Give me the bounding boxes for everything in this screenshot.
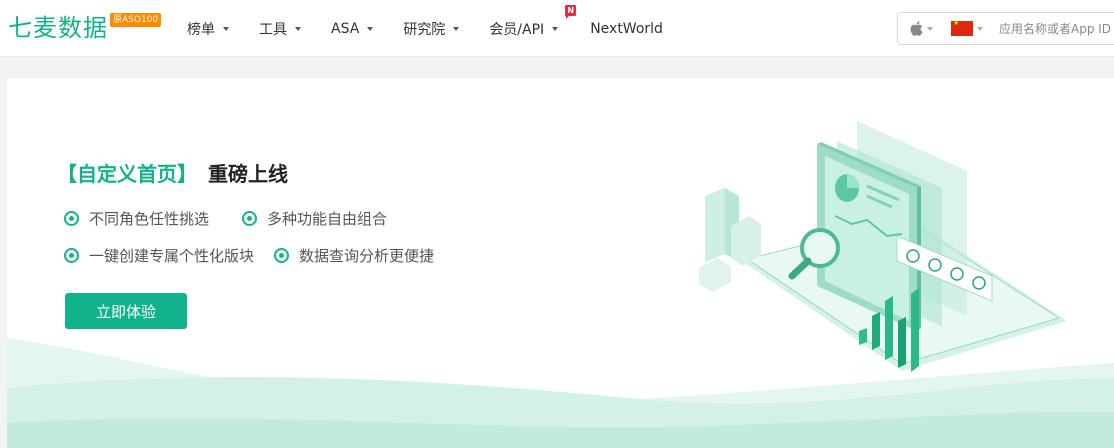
banner-title-highlight: 【自定义首页】 [57,162,197,186]
feature-item: 多种功能自由组合 [242,209,387,228]
nav-item-asa[interactable]: ASA [331,20,374,37]
caret-down-icon [927,26,933,31]
caret-down-icon [295,26,301,31]
platform-selector[interactable] [898,13,941,44]
radio-check-icon [242,211,258,226]
nav-item-nextworld[interactable]: NextWorld [590,21,663,37]
site-logo[interactable]: 七麦数据 原ASO100 [8,12,162,44]
logo-badge: 原ASO100 [110,13,162,27]
feature-list: 不同角色任性挑选 多种功能自由组合 一键创建专属个性化版块 数据查询分析更便捷 [64,209,434,283]
top-navbar: 七麦数据 原ASO100 榜单 工具 ASA 研究院 会员/API N Next… [0,0,1114,57]
nav-label: 会员/API [489,21,545,38]
country-selector[interactable] [941,13,991,44]
nav-item-membership-api[interactable]: 会员/API N [489,4,577,39]
dashboard-illustration [699,121,1067,372]
nav-label: 工具 [259,21,287,38]
caret-down-icon [977,26,983,31]
logo-text: 七麦数据 [8,14,108,42]
apple-icon [910,21,923,36]
nav-label: NextWorld [590,20,663,37]
feature-row: 一键创建专属个性化版块 数据查询分析更便捷 [64,246,434,265]
main-nav: 榜单 工具 ASA 研究院 会员/API N NextWorld [187,0,693,57]
nav-label: 研究院 [403,21,446,38]
feature-label: 多种功能自由组合 [267,210,388,228]
feature-item: 不同角色任性挑选 [64,209,209,228]
banner-title-rest: 重磅上线 [207,162,288,186]
nav-label: 榜单 [187,21,215,38]
feature-label: 不同角色任性挑选 [89,210,210,228]
try-now-button[interactable]: 立即体验 [65,293,187,329]
nav-item-tools[interactable]: 工具 [259,19,301,39]
app-search-box [897,12,1114,45]
feature-row: 不同角色任性挑选 多种功能自由组合 [64,209,434,228]
radio-check-icon [64,248,79,263]
feature-item: 数据查询分析更便捷 [274,246,434,265]
promo-banner: 【自定义首页】 重磅上线 不同角色任性挑选 多种功能自由组合 一键创建专属个性化… [7,78,1114,448]
banner-title: 【自定义首页】 重磅上线 [57,158,288,187]
nav-item-rankings[interactable]: 榜单 [187,19,229,39]
feature-label: 数据查询分析更便捷 [299,247,435,265]
feature-item: 一键创建专属个性化版块 [64,246,254,265]
caret-down-icon [223,26,229,31]
radio-check-icon [64,211,79,226]
search-input[interactable] [999,21,1114,36]
new-badge: N [565,4,577,19]
caret-down-icon [552,26,559,31]
nav-item-research[interactable]: 研究院 [403,19,460,39]
caret-down-icon [367,26,374,31]
radio-check-icon [274,248,290,263]
feature-label: 一键创建专属个性化版块 [89,247,255,265]
caret-down-icon [453,26,460,31]
china-flag-icon [951,19,973,36]
nav-label: ASA [331,20,360,37]
